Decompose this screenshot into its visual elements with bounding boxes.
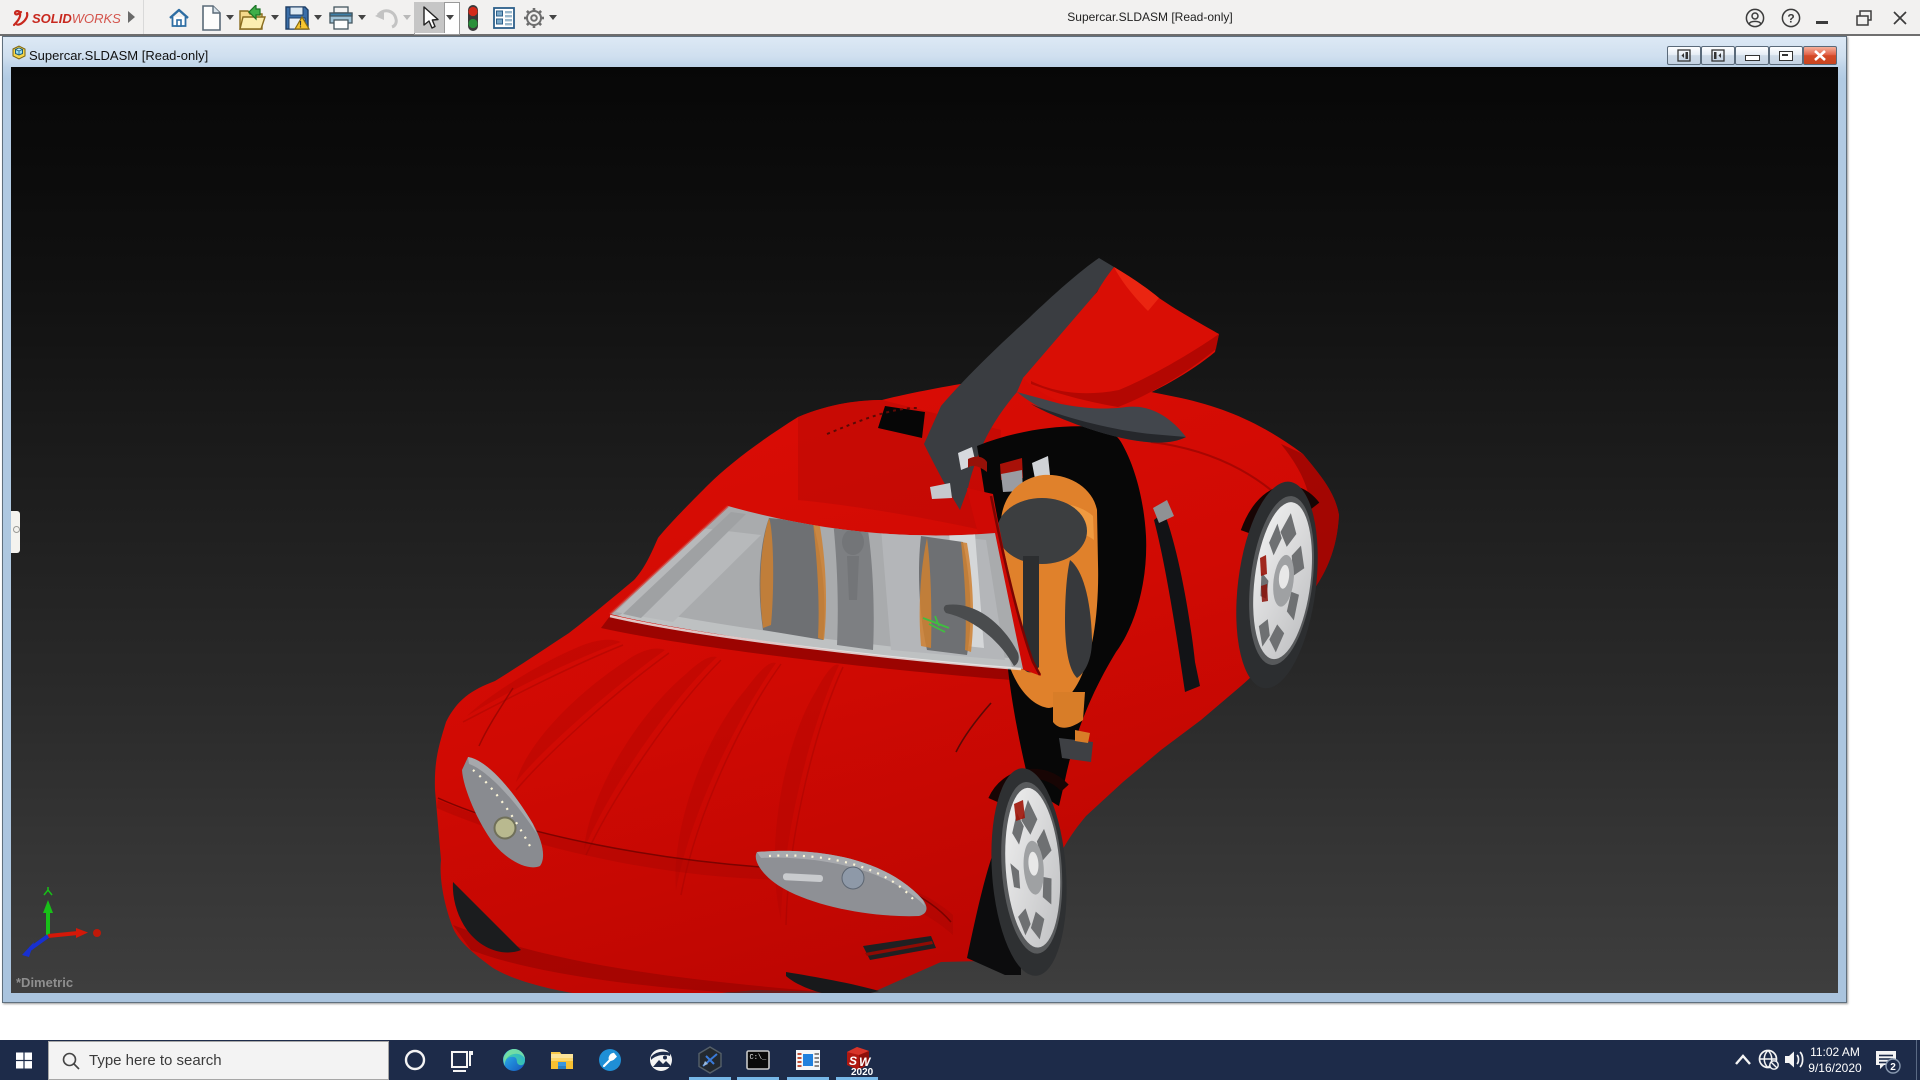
svg-text:SOLIDWORKS: SOLIDWORKS <box>32 11 121 26</box>
svg-text:C:\_: C:\_ <box>750 1054 768 1062</box>
svg-text:?: ? <box>1787 12 1794 26</box>
svg-text:2: 2 <box>1890 1062 1896 1073</box>
svg-text:!: ! <box>299 20 302 30</box>
svg-text:S: S <box>849 1054 857 1068</box>
